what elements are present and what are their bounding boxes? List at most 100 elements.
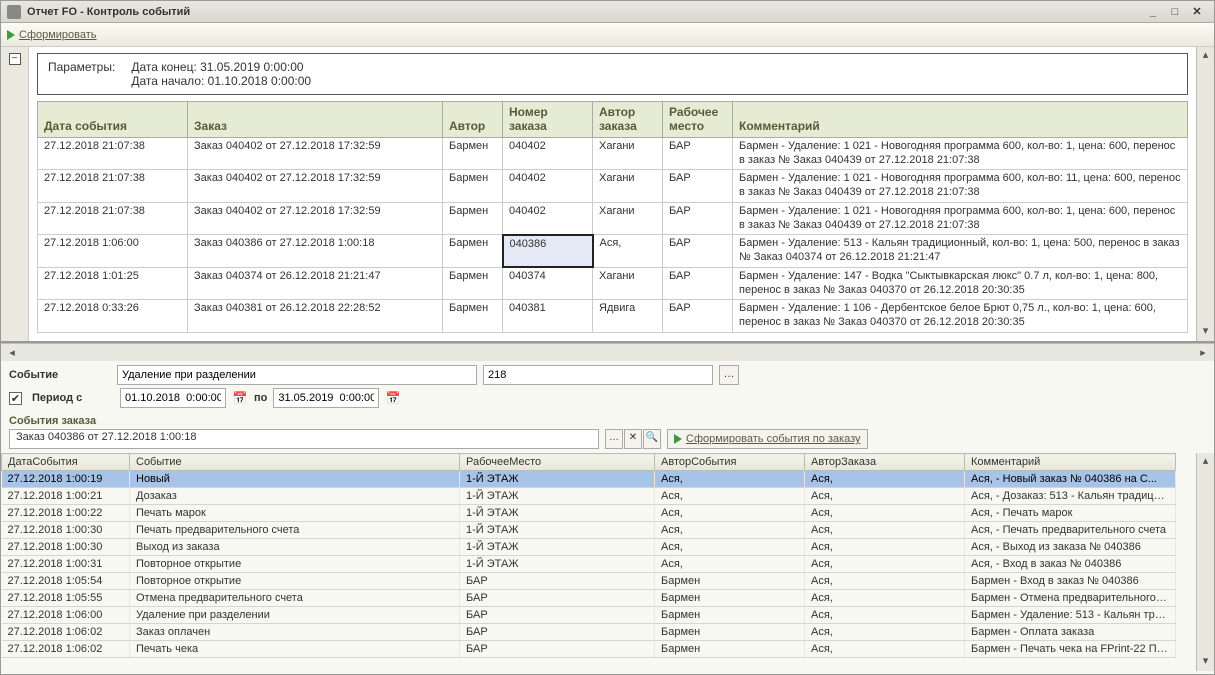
scroll-right-icon[interactable]: ▸ bbox=[1196, 346, 1210, 359]
cell[interactable]: Бармен - Отмена предварительного с... bbox=[965, 590, 1176, 607]
date-from-input[interactable] bbox=[120, 388, 226, 408]
cell[interactable]: Удаление при разделении bbox=[130, 607, 460, 624]
scroll-up-icon[interactable]: ▴ bbox=[1203, 49, 1209, 63]
cell[interactable]: Ася, bbox=[805, 556, 965, 573]
cell[interactable]: 1-Й ЭТАЖ bbox=[460, 539, 655, 556]
cell[interactable]: Бармен - Удаление: 513 - Кальян традицио… bbox=[733, 235, 1188, 268]
cell[interactable]: Ася, bbox=[805, 641, 965, 658]
cell[interactable]: Повторное открытие bbox=[130, 556, 460, 573]
maximize-button[interactable]: □ bbox=[1164, 6, 1186, 18]
col-order[interactable]: Заказ bbox=[188, 102, 443, 138]
outline-gutter[interactable]: − bbox=[1, 47, 29, 341]
cell[interactable]: Повторное открытие bbox=[130, 573, 460, 590]
table-row[interactable]: 27.12.2018 1:06:00Удаление при разделени… bbox=[2, 607, 1176, 624]
cell[interactable]: Ася, bbox=[805, 573, 965, 590]
cell[interactable]: Бармен bbox=[655, 641, 805, 658]
cell[interactable]: Заказ 040402 от 27.12.2018 17:32:59 bbox=[188, 170, 443, 203]
report-vertical-scrollbar[interactable]: ▴ ▾ bbox=[1196, 47, 1214, 341]
table-row[interactable]: 27.12.2018 1:00:22Печать марок1-Й ЭТАЖАс… bbox=[2, 505, 1176, 522]
cell[interactable]: 040386 bbox=[503, 235, 593, 268]
events-table[interactable]: Дата события Заказ Автор Номер заказа Ав… bbox=[37, 101, 1188, 333]
order-info-field[interactable]: Заказ 040386 от 27.12.2018 1:00:18 bbox=[9, 429, 599, 449]
event-select-button[interactable]: … bbox=[719, 365, 739, 385]
cell[interactable]: Ася, bbox=[655, 505, 805, 522]
minimize-button[interactable]: _ bbox=[1142, 6, 1164, 18]
table-row[interactable]: 27.12.2018 1:06:02Заказ оплаченБАРБармен… bbox=[2, 624, 1176, 641]
report-scroll-area[interactable]: Параметры: Дата конец: 31.05.2019 0:00:0… bbox=[29, 47, 1196, 341]
cell[interactable]: БАР bbox=[663, 267, 733, 300]
cell[interactable]: 27.12.2018 1:05:54 bbox=[2, 573, 130, 590]
table-row[interactable]: 27.12.2018 1:05:54Повторное открытиеБАРБ… bbox=[2, 573, 1176, 590]
cell[interactable]: Ася, bbox=[655, 471, 805, 488]
event-filter-input[interactable] bbox=[117, 365, 477, 385]
close-button[interactable]: ✕ bbox=[1186, 5, 1208, 18]
cell[interactable]: 27.12.2018 21:07:38 bbox=[38, 137, 188, 170]
cell[interactable]: Бармен bbox=[443, 300, 503, 333]
cell[interactable]: Бармен - Удаление: 1 021 - Новогодняя пр… bbox=[733, 137, 1188, 170]
cell[interactable]: Дозаказ bbox=[130, 488, 460, 505]
cell[interactable]: Бармен - Вход в заказ № 040386 bbox=[965, 573, 1176, 590]
cell[interactable]: Ася, bbox=[805, 539, 965, 556]
cell[interactable]: 27.12.2018 1:06:00 bbox=[38, 235, 188, 268]
cell[interactable]: 27.12.2018 1:06:00 bbox=[2, 607, 130, 624]
cell[interactable]: Выход из заказа bbox=[130, 539, 460, 556]
cell[interactable]: Бармен bbox=[443, 170, 503, 203]
cell[interactable]: 040402 bbox=[503, 170, 593, 203]
scroll-down-icon[interactable]: ▾ bbox=[1203, 655, 1209, 669]
collapse-toggle[interactable]: − bbox=[9, 53, 21, 65]
detail-vertical-scrollbar[interactable]: ▴ ▾ bbox=[1196, 453, 1214, 671]
cell[interactable]: Ася, bbox=[805, 624, 965, 641]
cell[interactable]: 1-Й ЭТАЖ bbox=[460, 522, 655, 539]
scroll-up-icon[interactable]: ▴ bbox=[1203, 455, 1209, 469]
cell[interactable]: Бармен - Удаление: 1 021 - Новогодняя пр… bbox=[733, 170, 1188, 203]
cell[interactable]: 27.12.2018 1:00:22 bbox=[2, 505, 130, 522]
cell[interactable]: Бармен bbox=[655, 607, 805, 624]
cell[interactable]: Ася, bbox=[805, 488, 965, 505]
col-event-date[interactable]: Дата события bbox=[38, 102, 188, 138]
cell[interactable]: Хагани bbox=[593, 170, 663, 203]
cell[interactable]: Ася, bbox=[805, 607, 965, 624]
build-order-events-button[interactable]: Сформировать события по заказу bbox=[667, 429, 868, 449]
cell[interactable]: Печать чека bbox=[130, 641, 460, 658]
cell[interactable]: Бармен - Оплата заказа bbox=[965, 624, 1176, 641]
cell[interactable]: Ася, bbox=[805, 590, 965, 607]
cell[interactable]: Бармен bbox=[443, 137, 503, 170]
dcol-date[interactable]: ДатаСобытия bbox=[2, 454, 130, 471]
cell[interactable]: 27.12.2018 1:00:21 bbox=[2, 488, 130, 505]
cell[interactable]: 1-Й ЭТАЖ bbox=[460, 556, 655, 573]
cell[interactable]: Заказ оплачен bbox=[130, 624, 460, 641]
table-row[interactable]: 27.12.2018 1:00:21Дозаказ1-Й ЭТАЖ Ася,Ася… bbox=[2, 488, 1176, 505]
cell[interactable]: 1-Й ЭТАЖ bbox=[460, 488, 655, 505]
table-row[interactable]: 27.12.2018 21:07:38Заказ 040402 от 27.12… bbox=[38, 137, 1188, 170]
table-row[interactable]: 27.12.2018 1:00:30Выход из заказа1-Й ЭТА… bbox=[2, 539, 1176, 556]
cell[interactable]: 27.12.2018 0:33:26 bbox=[38, 300, 188, 333]
cell[interactable]: 27.12.2018 1:00:19 bbox=[2, 471, 130, 488]
order-events-grid[interactable]: ДатаСобытия Событие РабочееМесто АвторСо… bbox=[1, 453, 1214, 671]
col-order-author[interactable]: Автор заказа bbox=[593, 102, 663, 138]
dcol-event[interactable]: Событие bbox=[130, 454, 460, 471]
cell[interactable]: Ася, - Новый заказ № 040386 на С... bbox=[965, 471, 1176, 488]
cell[interactable]: Бармен bbox=[443, 235, 503, 268]
table-row[interactable]: 27.12.2018 21:07:38Заказ 040402 от 27.12… bbox=[38, 170, 1188, 203]
cell[interactable]: Ася, bbox=[805, 522, 965, 539]
cell[interactable]: Бармен bbox=[655, 573, 805, 590]
cell[interactable]: Ася, bbox=[593, 235, 663, 268]
cell[interactable]: БАР bbox=[663, 235, 733, 268]
dcol-order-author[interactable]: АвторЗаказа bbox=[805, 454, 965, 471]
cell[interactable]: Ася, - Дозаказ: 513 - Кальян традицио... bbox=[965, 488, 1176, 505]
cell[interactable]: Печать предварительного счета bbox=[130, 522, 460, 539]
cell[interactable]: Бармен - Печать чека на FPrint-22 ПТК... bbox=[965, 641, 1176, 658]
cell[interactable]: Бармен - Удаление: 1 021 - Новогодняя пр… bbox=[733, 202, 1188, 235]
order-select-button[interactable]: … bbox=[605, 429, 623, 449]
cell[interactable]: БАР bbox=[460, 641, 655, 658]
cell[interactable]: БАР bbox=[460, 607, 655, 624]
cell[interactable]: Хагани bbox=[593, 267, 663, 300]
cell[interactable]: Ядвига bbox=[593, 300, 663, 333]
cell[interactable]: Ася, bbox=[805, 471, 965, 488]
cell[interactable]: 27.12.2018 1:00:31 bbox=[2, 556, 130, 573]
cell[interactable]: 27.12.2018 1:00:30 bbox=[2, 522, 130, 539]
cell[interactable]: Печать марок bbox=[130, 505, 460, 522]
event-code-input[interactable] bbox=[483, 365, 713, 385]
cell[interactable]: Заказ 040381 от 26.12.2018 22:28:52 bbox=[188, 300, 443, 333]
cell[interactable]: Ася, bbox=[805, 505, 965, 522]
